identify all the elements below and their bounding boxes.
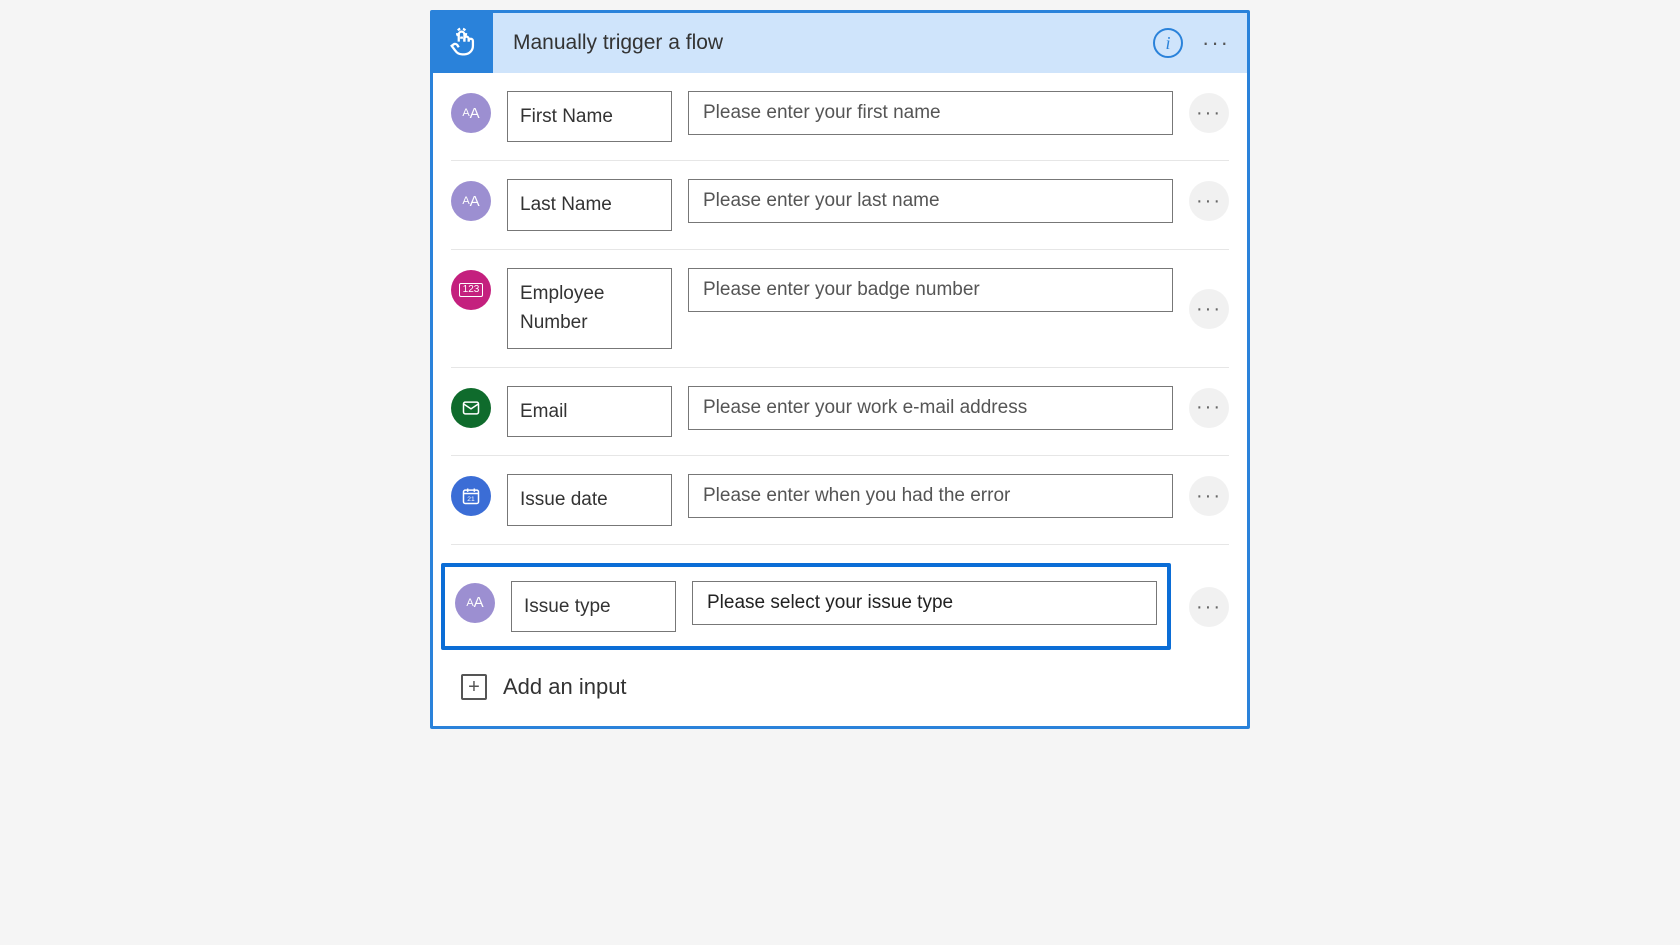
input-row: ··· (451, 368, 1229, 456)
plus-icon: + (461, 674, 487, 700)
row-menu-button[interactable]: ··· (1189, 388, 1229, 428)
input-row: AA ··· (451, 161, 1229, 249)
row-menu-button[interactable]: ··· (1189, 476, 1229, 516)
input-row-highlighted: AA ··· (451, 545, 1229, 650)
input-placeholder-field[interactable] (688, 268, 1173, 312)
svg-text:21: 21 (467, 496, 475, 503)
card-header: Manually trigger a flow i ··· (433, 13, 1247, 73)
input-name-field[interactable] (507, 91, 672, 142)
row-menu-button[interactable]: ··· (1189, 93, 1229, 133)
input-placeholder-field[interactable] (688, 179, 1173, 223)
text-type-icon: AA (451, 181, 491, 221)
input-row: 21 ··· (451, 456, 1229, 544)
input-row: 123 ··· (451, 250, 1229, 368)
card-title: Manually trigger a flow (493, 31, 1153, 55)
input-name-field[interactable] (511, 581, 676, 632)
input-name-field[interactable] (507, 474, 672, 525)
card-body: AA ··· AA ··· 123 ··· (433, 73, 1247, 726)
row-menu-button[interactable]: ··· (1189, 289, 1229, 329)
email-type-icon (451, 388, 491, 428)
input-name-field[interactable] (507, 179, 672, 230)
text-type-icon: AA (451, 93, 491, 133)
card-menu-button[interactable]: ··· (1201, 28, 1231, 58)
text-type-icon: AA (455, 583, 495, 623)
date-type-icon: 21 (451, 476, 491, 516)
number-type-icon: 123 (451, 270, 491, 310)
row-menu-button[interactable]: ··· (1189, 587, 1229, 627)
info-button[interactable]: i (1153, 28, 1183, 58)
add-input-label: Add an input (503, 674, 627, 700)
input-placeholder-field[interactable] (692, 581, 1157, 625)
touch-icon (446, 26, 480, 60)
add-input-button[interactable]: + Add an input (451, 650, 1229, 708)
trigger-card: Manually trigger a flow i ··· AA ··· AA … (430, 10, 1250, 729)
input-row: AA ··· (451, 73, 1229, 161)
trigger-icon (433, 13, 493, 73)
input-name-field[interactable] (507, 386, 672, 437)
input-name-field[interactable] (507, 268, 672, 349)
input-placeholder-field[interactable] (688, 91, 1173, 135)
input-placeholder-field[interactable] (688, 474, 1173, 518)
input-placeholder-field[interactable] (688, 386, 1173, 430)
row-menu-button[interactable]: ··· (1189, 181, 1229, 221)
